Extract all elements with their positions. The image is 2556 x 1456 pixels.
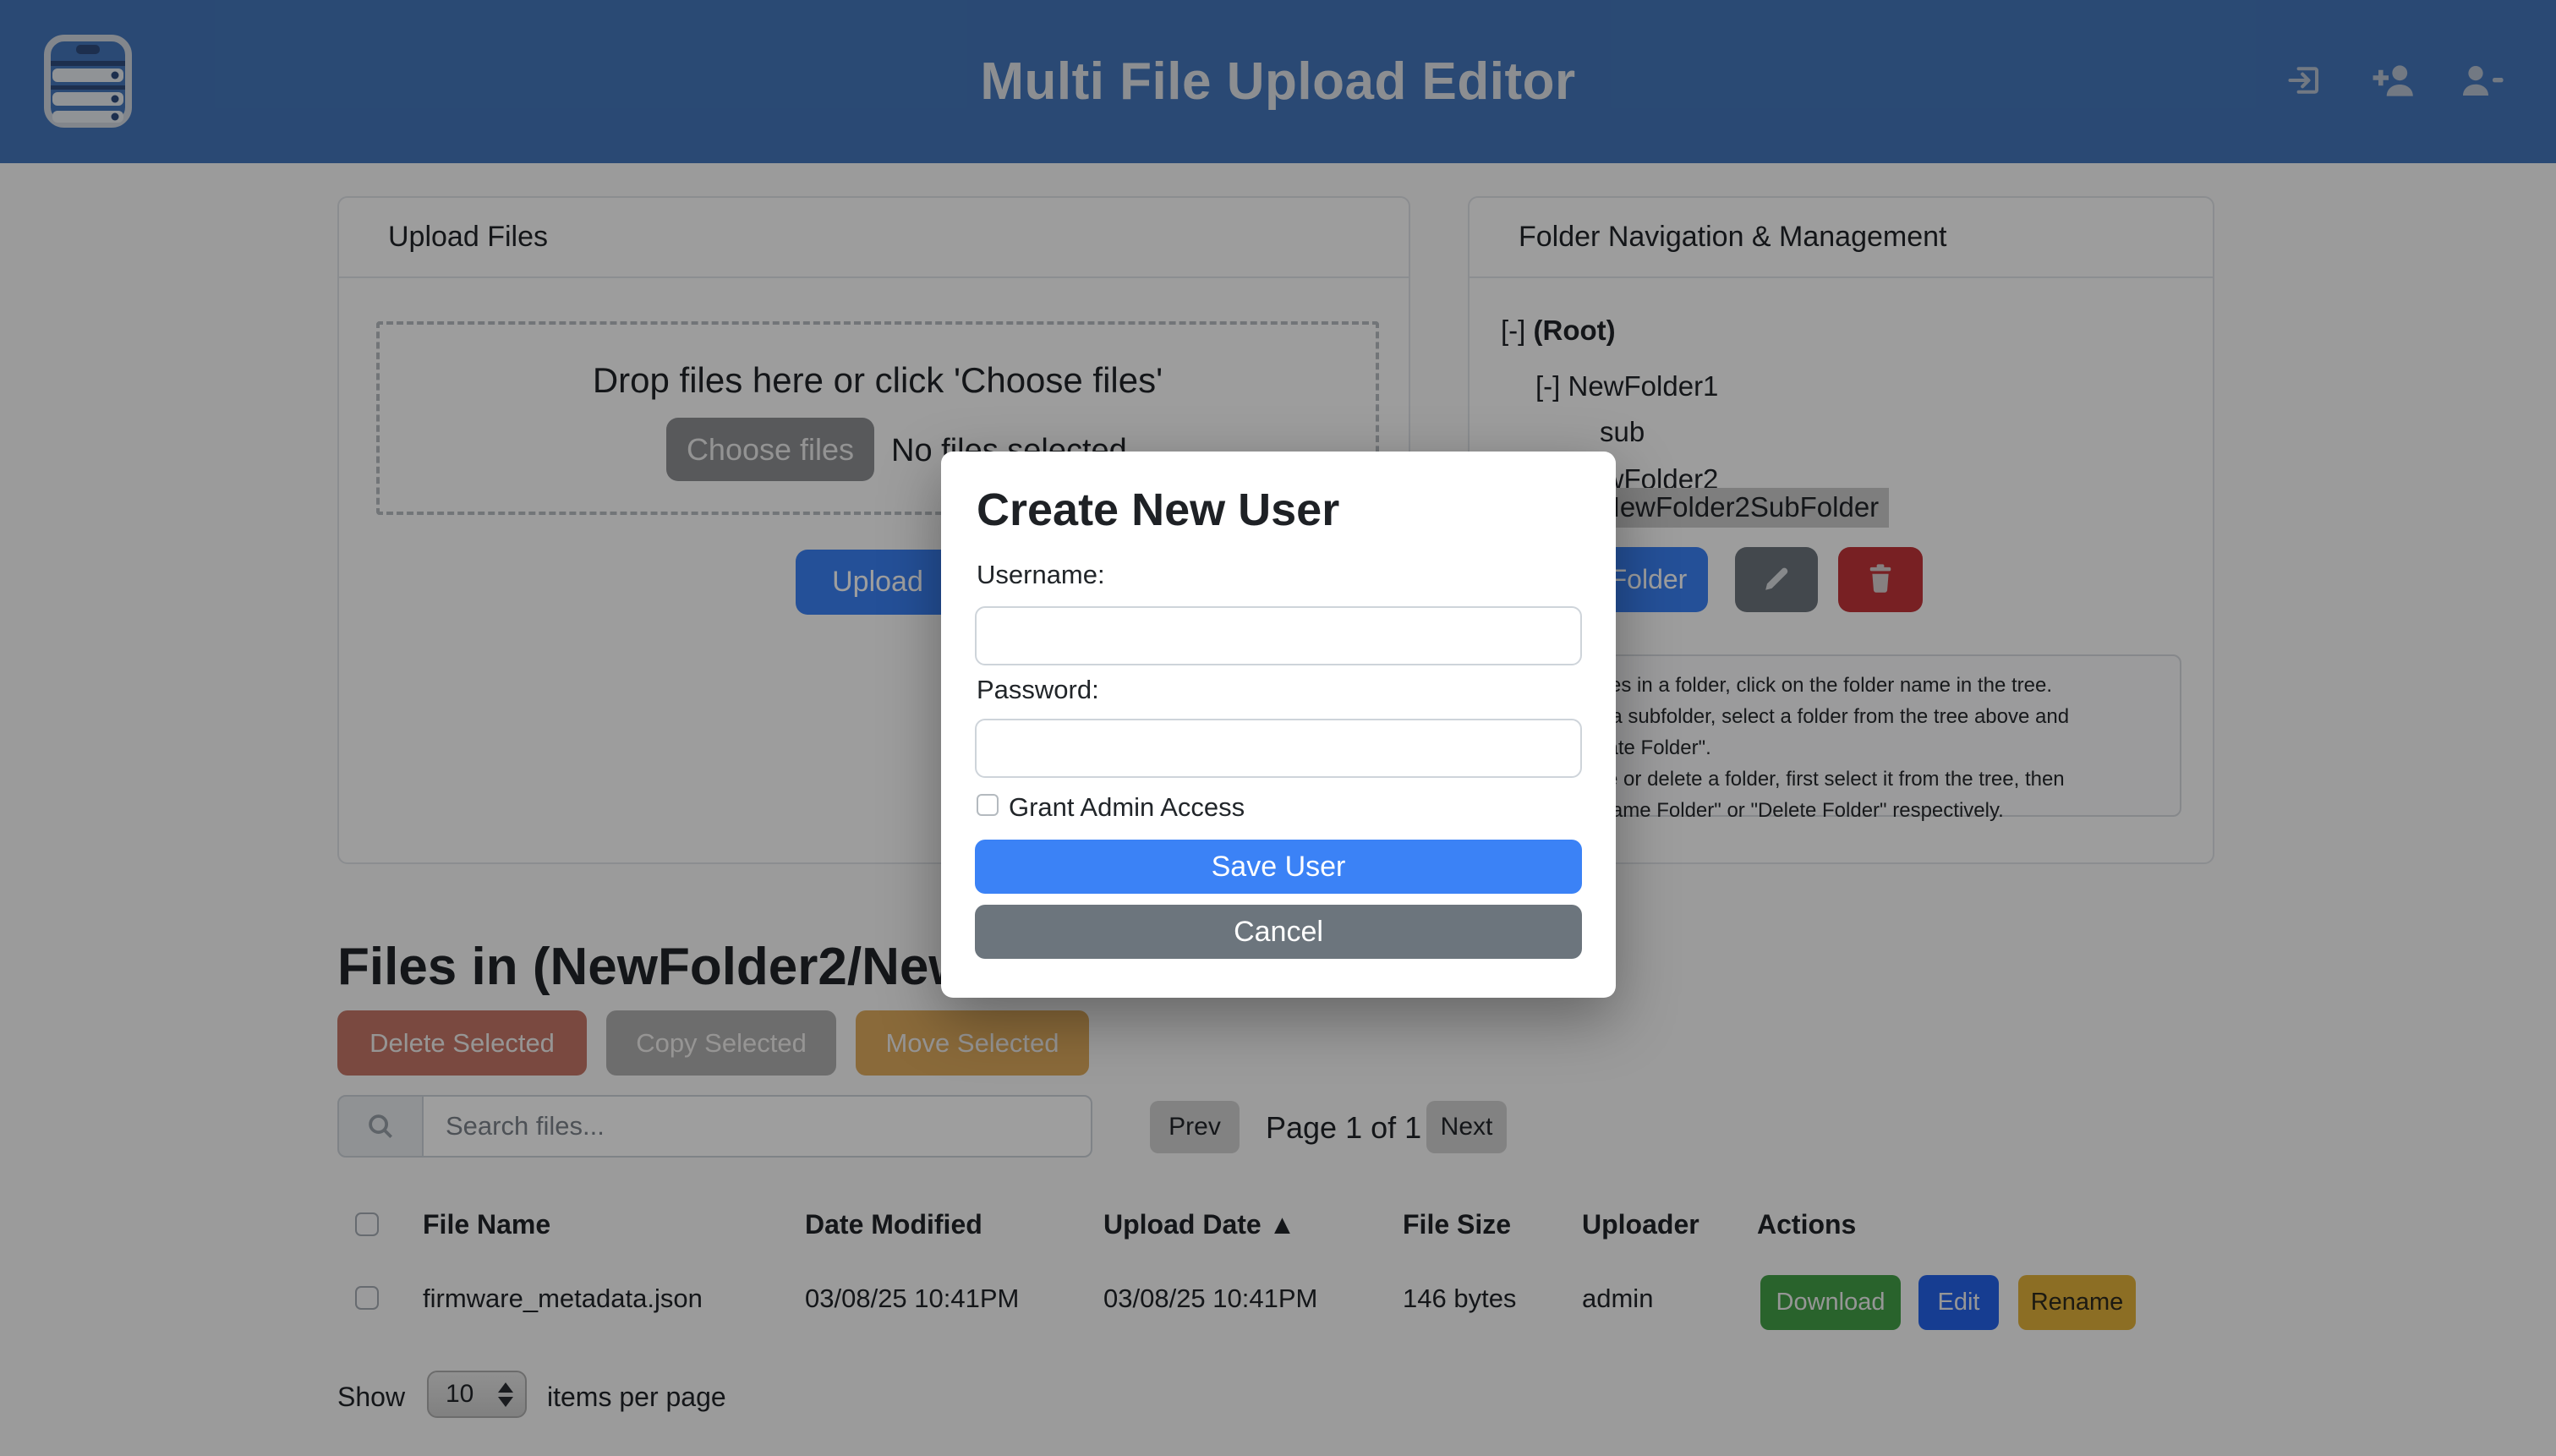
- grant-admin-label: Grant Admin Access: [1009, 792, 1245, 823]
- cancel-button[interactable]: Cancel: [975, 905, 1582, 959]
- password-label: Password:: [977, 675, 1099, 705]
- grant-admin-checkbox[interactable]: [977, 794, 999, 816]
- create-user-modal: Create New User Username: Password: Gran…: [941, 452, 1616, 998]
- password-field[interactable]: [975, 719, 1582, 778]
- username-label: Username:: [977, 560, 1105, 590]
- modal-title: Create New User: [977, 484, 1339, 536]
- username-field[interactable]: [975, 606, 1582, 665]
- app-root: Multi File Upload Editor Upload Files Dr…: [0, 0, 2556, 1456]
- save-user-button[interactable]: Save User: [975, 840, 1582, 894]
